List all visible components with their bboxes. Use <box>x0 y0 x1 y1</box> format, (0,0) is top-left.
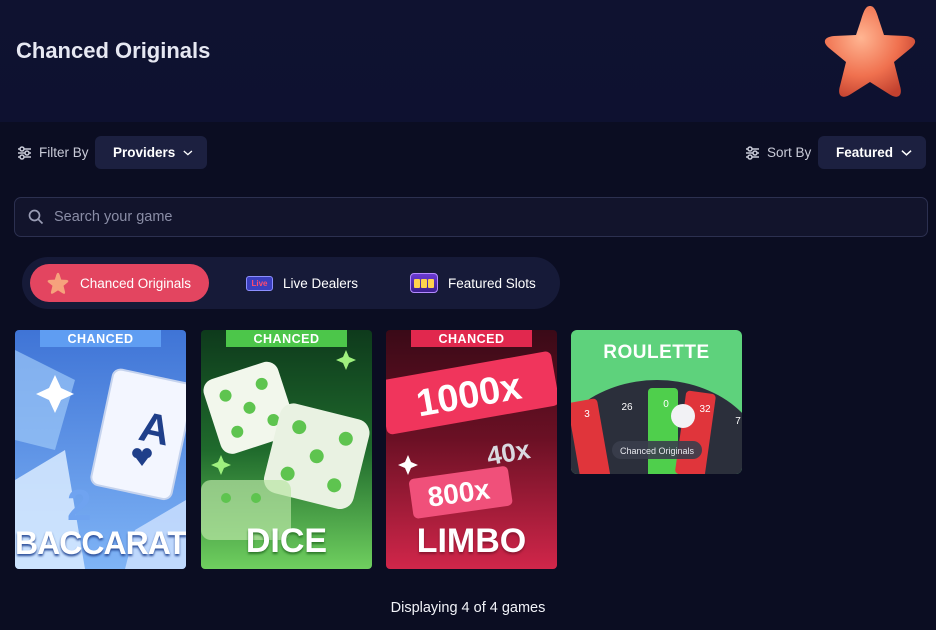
search-input[interactable] <box>54 209 914 225</box>
game-card-roulette[interactable]: 3 26 0 32 7 Chanced Originals ROULETTE <box>571 330 742 474</box>
roulette-caption: Chanced Originals <box>620 446 695 456</box>
chevron-down-icon <box>901 149 912 156</box>
tab-live-dealers[interactable]: Live Live Dealers <box>232 264 372 302</box>
providers-dropdown[interactable]: Providers <box>95 136 207 169</box>
wheel-number: 0 <box>663 399 669 410</box>
sort-sliders-icon <box>746 145 759 160</box>
slots-machine-icon <box>410 273 438 293</box>
live-badge-icon: Live <box>246 275 273 291</box>
game-title: BACCARAT <box>15 525 186 561</box>
filter-sort-bar: Filter By Providers Sort By Featured <box>0 136 936 170</box>
category-tabs: Chanced Originals Live Live Dealers Feat… <box>22 257 560 309</box>
game-card-baccarat[interactable]: A 2 CHANCED BACCARAT <box>15 330 186 569</box>
tab-label: Live Dealers <box>283 275 359 291</box>
page-header: Chanced Originals <box>0 0 936 122</box>
dice-digit-label: 2 <box>67 481 91 530</box>
search-bar[interactable] <box>14 197 928 237</box>
star-icon <box>47 272 69 294</box>
wheel-number: 3 <box>584 409 590 420</box>
star-icon <box>824 6 916 97</box>
tab-label: Featured Slots <box>448 275 536 291</box>
filter-by-label: Filter By <box>17 145 89 160</box>
game-card-limbo[interactable]: 1000x 40x 800x CHANCED LIMBO <box>386 330 557 569</box>
game-card-dice[interactable]: CHANCED DICE <box>201 330 372 569</box>
game-title: LIMBO <box>416 522 527 560</box>
filter-by-text: Filter By <box>39 145 89 160</box>
games-count-status: Displaying 4 of 4 games <box>390 600 546 616</box>
wheel-number: 32 <box>699 404 711 415</box>
search-icon <box>28 209 44 225</box>
sort-dropdown-label: Featured <box>836 145 894 160</box>
brand-tab: CHANCED <box>411 330 532 347</box>
brand-tab: CHANCED <box>226 330 347 347</box>
game-title: ROULETTE <box>603 342 710 363</box>
sort-dropdown[interactable]: Featured <box>818 136 926 169</box>
filter-sliders-icon <box>18 145 31 160</box>
providers-dropdown-label: Providers <box>113 145 176 160</box>
brand-tab: CHANCED <box>40 330 161 347</box>
sort-by-text: Sort By <box>767 145 812 160</box>
tab-chanced-originals[interactable]: Chanced Originals <box>30 264 209 302</box>
game-title: DICE <box>245 522 328 560</box>
chevron-down-icon <box>183 149 193 155</box>
wheel-number: 7 <box>735 416 741 427</box>
wheel-number: 26 <box>621 402 633 413</box>
tab-label: Chanced Originals <box>80 275 192 291</box>
sort-by-label: Sort By <box>745 145 811 160</box>
page-title: Chanced Originals <box>16 38 211 63</box>
tab-featured-slots[interactable]: Featured Slots <box>396 264 550 302</box>
